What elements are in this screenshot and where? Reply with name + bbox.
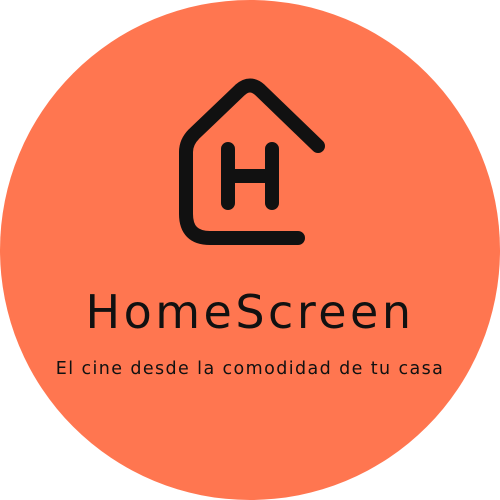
house-letter-h (221, 142, 279, 210)
house-outline (179, 78, 325, 245)
house-h-icon (179, 78, 325, 245)
logo-canvas: HomeScreen El cine desde la comodidad de… (0, 0, 500, 500)
brand-name: HomeScreen (85, 285, 415, 339)
tagline: El cine desde la comodidad de tu casa (55, 359, 445, 379)
